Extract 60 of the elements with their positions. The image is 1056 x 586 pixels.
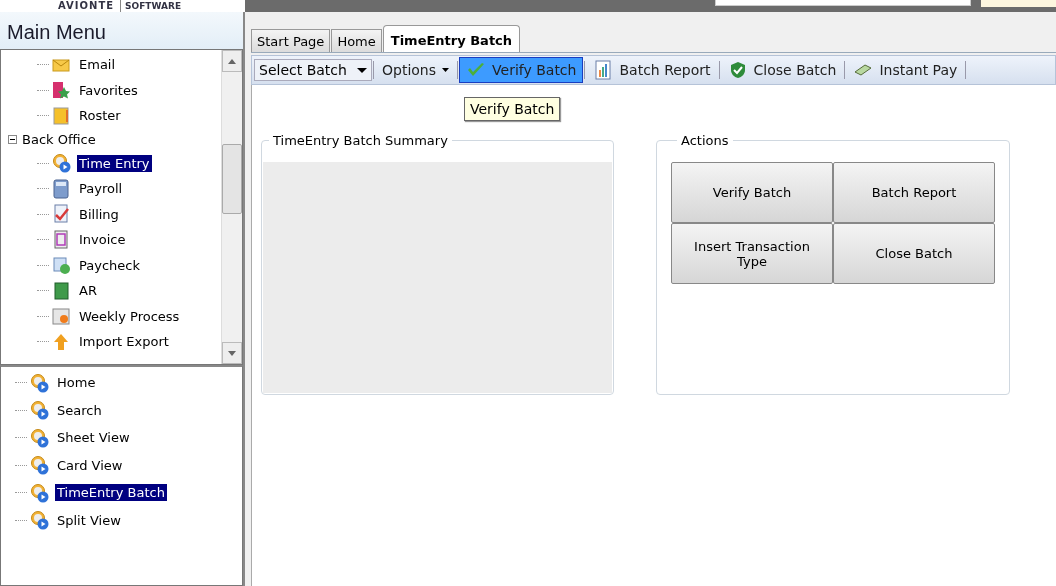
tree-item[interactable]: Paycheck [77,256,142,274]
tree-item[interactable]: Import Export [77,333,171,351]
panel-title: Main Menu [0,12,243,49]
tab[interactable]: Start Page [251,29,331,52]
clock-play-icon [51,153,71,174]
tree-item[interactable]: Billing [77,205,121,223]
tree-item[interactable]: Split View [55,511,123,529]
tree-item[interactable]: Sheet View [55,429,132,447]
scrollbar[interactable] [221,50,242,364]
scrollbar-thumb[interactable] [222,144,242,214]
clock-play-icon [29,455,49,476]
document-check-icon [51,204,71,225]
folder-star-icon [51,80,71,101]
action-button[interactable]: Verify Batch [671,162,833,223]
toolbar-button[interactable]: Close Batch [720,57,844,83]
group-title: TimeEntry Batch Summary [272,133,449,148]
tree-item[interactable]: AR [77,282,99,300]
notebook-icon [51,105,71,126]
clock-play-icon [29,482,49,503]
search-field[interactable] [715,0,971,6]
tree-item[interactable]: Back Office [20,131,98,148]
tree-item[interactable]: Favorites [77,81,140,99]
group-title: Actions [680,133,730,148]
tree-item[interactable]: Email [77,56,118,74]
tree-item[interactable]: Time Entry [77,154,152,172]
tree-item[interactable]: Weekly Process [77,307,182,325]
logo-text: AVIONTE [58,0,115,12]
collapse-icon[interactable] [8,135,17,144]
document-icon [51,229,71,250]
caret-icon [357,67,367,73]
tree-item[interactable]: Payroll [77,180,125,198]
tree-item[interactable]: Roster [77,107,123,125]
ledger-book-icon [51,280,71,301]
caret-icon [442,68,450,72]
batch-dropdown[interactable]: Select Batch [254,59,372,81]
tree-item[interactable]: Search [55,401,104,419]
toolbar-button[interactable]: Instant Pay [846,57,965,83]
tab[interactable]: TimeEntry Batch [382,25,521,52]
clock-play-icon [29,510,49,531]
calendar-icon [51,306,71,327]
tree-item[interactable]: TimeEntry Batch [55,484,167,502]
tree-item[interactable]: Home [55,374,98,392]
check-card-icon [51,255,71,276]
clock-play-icon [29,372,49,393]
tree-item[interactable]: Card View [55,456,125,474]
toolbar-button[interactable]: Verify Batch [459,57,584,83]
action-button[interactable]: Batch Report [833,162,995,223]
clock-play-icon [29,400,49,421]
action-button[interactable]: Insert Transaction Type [671,223,833,284]
tree-item[interactable]: Invoice [77,231,128,249]
options-menu-button[interactable]: Options [375,59,457,81]
action-button[interactable]: Close Batch [833,223,995,284]
scroll-down-icon[interactable] [228,350,236,356]
tab[interactable]: Home [331,29,382,52]
clock-play-icon [29,427,49,448]
scroll-up-icon[interactable] [228,58,236,64]
calculator-icon [51,178,71,199]
bar-chart-icon [593,60,614,80]
toolbar-button[interactable]: Batch Report [586,57,718,83]
tooltip: Verify Batch [464,97,561,121]
